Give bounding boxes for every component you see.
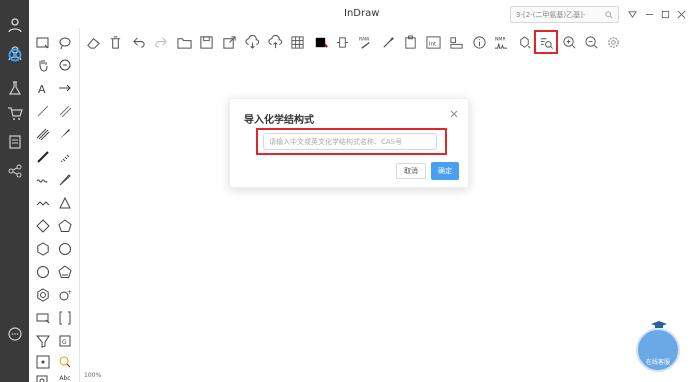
structure-name-input[interactable] <box>263 133 437 150</box>
settings-gear-icon[interactable] <box>6 46 23 63</box>
octagon-ring-icon[interactable] <box>33 262 53 282</box>
cart-icon[interactable] <box>6 104 23 121</box>
raw-icon[interactable]: RAW <box>355 32 375 52</box>
3d-icon[interactable] <box>514 32 534 52</box>
svg-text:RAW: RAW <box>358 36 369 42</box>
zoom-in-icon[interactable] <box>559 32 579 52</box>
svg-text:Int: Int <box>428 41 436 47</box>
ok-button[interactable]: 确定 <box>431 162 459 180</box>
hollow-wedge-icon[interactable] <box>55 170 75 190</box>
rectangle-shape-icon[interactable] <box>33 308 53 328</box>
import-structure-dialog: 导入化学结构式 取消 确定 <box>229 98 469 188</box>
single-bond-icon[interactable] <box>33 101 53 121</box>
title-search-text: 3-[2-(二甲氨基)乙基]- <box>516 10 586 19</box>
svg-text:G: G <box>62 339 67 346</box>
info-icon[interactable] <box>469 32 489 52</box>
clean-icon[interactable] <box>378 32 398 52</box>
redo-icon[interactable] <box>151 32 171 52</box>
minimize-icon[interactable] <box>643 8 655 20</box>
group-icon[interactable]: G <box>55 331 75 351</box>
rotate-icon[interactable] <box>55 55 75 75</box>
triangle-ring-icon[interactable] <box>55 193 75 213</box>
charge-icon[interactable]: + <box>55 285 75 305</box>
left-rail <box>0 0 29 382</box>
hexagon-ring-icon[interactable] <box>33 239 53 259</box>
close-icon[interactable] <box>449 109 459 119</box>
indraw-window: InDraw 3-[2-(二甲氨基)乙基]- RAW Int NMR A + G… <box>0 0 691 382</box>
online-service-label[interactable]: 在线客服 <box>641 357 675 366</box>
save-icon[interactable] <box>196 32 216 52</box>
export-icon[interactable] <box>219 32 239 52</box>
dots-grid-icon[interactable] <box>33 352 53 372</box>
title-search-box[interactable]: 3-[2-(二甲氨基)乙基]- <box>510 6 619 23</box>
int-icon[interactable]: Int <box>423 32 443 52</box>
atom-icon[interactable] <box>332 32 352 52</box>
chain-icon[interactable] <box>33 193 53 213</box>
preferences-icon[interactable] <box>603 32 623 52</box>
svg-text:+: + <box>67 289 72 296</box>
template-icon[interactable] <box>33 370 53 382</box>
share-icon[interactable] <box>6 162 23 179</box>
hand-icon[interactable] <box>33 55 53 75</box>
flask-icon[interactable] <box>6 79 23 96</box>
zoom-out-icon[interactable] <box>581 32 601 52</box>
funnel-icon[interactable] <box>33 331 53 351</box>
undo-icon[interactable] <box>128 32 148 52</box>
nmr-icon[interactable]: NMR <box>491 32 511 52</box>
close-icon[interactable] <box>675 8 687 20</box>
collapse-icon[interactable] <box>626 8 638 20</box>
search-icon <box>605 10 613 18</box>
trash-icon[interactable] <box>105 32 125 52</box>
open-folder-icon[interactable] <box>174 32 194 52</box>
wavy-bond-icon[interactable] <box>33 170 53 190</box>
title-bar: InDraw 3-[2-(二甲氨基)乙基]- <box>29 0 691 28</box>
wedge-bond-icon[interactable] <box>55 124 75 144</box>
eraser-icon[interactable] <box>83 32 103 52</box>
maximize-icon[interactable] <box>659 8 671 20</box>
square-ring-icon[interactable] <box>33 216 53 236</box>
cloud-upload-icon[interactable] <box>265 32 285 52</box>
hash-bond-icon[interactable] <box>55 147 75 167</box>
svg-text:A: A <box>38 83 46 95</box>
chat-icon[interactable] <box>6 325 23 342</box>
cyclopentadiene-icon[interactable] <box>55 262 75 282</box>
svg-text:NMR: NMR <box>494 36 506 42</box>
select-rect-icon[interactable] <box>33 33 53 53</box>
notes-icon[interactable] <box>6 133 23 150</box>
tool-palette: A + G Abc <box>29 28 80 382</box>
heptagon-ring-icon[interactable] <box>55 239 75 259</box>
color-black-icon[interactable] <box>310 32 330 52</box>
atom-text-icon[interactable]: A <box>33 78 53 98</box>
clipboard-icon[interactable] <box>400 32 420 52</box>
lasso-icon[interactable] <box>55 33 75 53</box>
arrow-icon[interactable] <box>55 78 75 98</box>
name-to-structure-icon[interactable] <box>534 30 558 54</box>
dialog-title: 导入化学结构式 <box>244 115 314 126</box>
benzene-icon[interactable] <box>33 285 53 305</box>
double-bond-icon[interactable] <box>55 101 75 121</box>
triple-bond-icon[interactable] <box>33 124 53 144</box>
bold-bond-icon[interactable] <box>33 147 53 167</box>
structure-icon[interactable] <box>446 32 466 52</box>
bracket-icon[interactable] <box>55 308 75 328</box>
cloud-download-icon[interactable] <box>242 32 262 52</box>
main-toolbar: RAW Int NMR <box>80 28 691 56</box>
grid-icon[interactable] <box>287 32 307 52</box>
app-title: InDraw <box>344 8 380 19</box>
profile-icon[interactable] <box>6 16 23 33</box>
zoom-level: 100% <box>84 372 102 379</box>
abc-label[interactable]: Abc <box>55 368 75 382</box>
pentagon-ring-icon[interactable] <box>55 216 75 236</box>
cancel-button[interactable]: 取消 <box>396 163 426 179</box>
